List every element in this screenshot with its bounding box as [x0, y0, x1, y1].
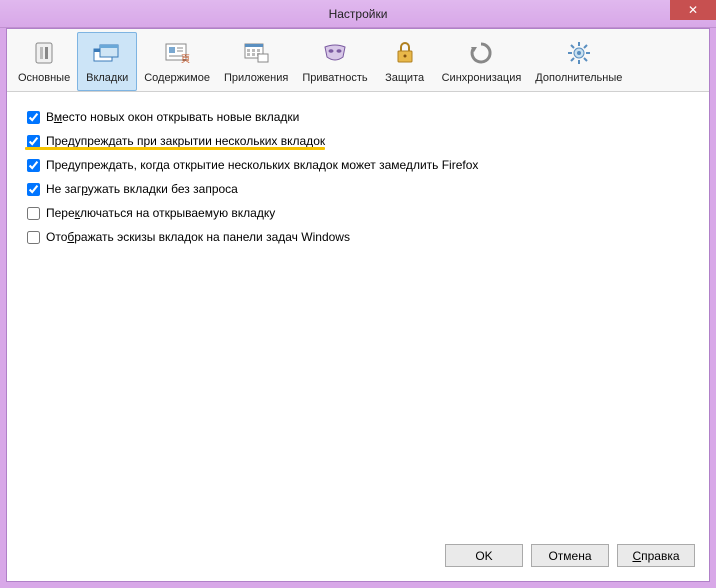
option-row-show-previews: Отображать эскизы вкладок на панели зада…: [27, 230, 689, 244]
options-panel: Вместо новых окон открывать новые вкладк…: [7, 92, 709, 534]
gear-icon: [563, 37, 595, 69]
tab-label: Основные: [18, 72, 70, 84]
cancel-button[interactable]: Отмена: [531, 544, 609, 567]
tab-security[interactable]: Защита: [375, 32, 435, 91]
tab-applications[interactable]: Приложения: [217, 32, 295, 91]
titlebar: Настройки ✕: [0, 0, 716, 28]
option-label[interactable]: Отображать эскизы вкладок на панели зада…: [46, 230, 350, 244]
checkbox-open-new-tabs[interactable]: [27, 111, 40, 124]
tab-privacy[interactable]: Приватность: [295, 32, 374, 91]
switch-icon: [28, 37, 60, 69]
tab-label: Приватность: [302, 72, 367, 84]
tab-label: Приложения: [224, 72, 288, 84]
checkbox-warn-open-many[interactable]: [27, 159, 40, 172]
tab-label: Вкладки: [86, 72, 128, 84]
mask-icon: [319, 37, 351, 69]
tab-tabs[interactable]: Вкладки: [77, 32, 137, 91]
svg-text:頁: 頁: [181, 54, 190, 64]
ok-button[interactable]: OK: [445, 544, 523, 567]
tab-label: Дополнительные: [535, 72, 622, 84]
option-label[interactable]: Предупреждать, когда открытие нескольких…: [46, 158, 478, 172]
checkbox-warn-close-multiple[interactable]: [27, 135, 40, 148]
tab-sync[interactable]: Синхронизация: [435, 32, 529, 91]
tab-label: Защита: [385, 72, 424, 84]
window-title: Настройки: [329, 7, 388, 21]
option-label[interactable]: Вместо новых окон открывать новые вкладк…: [46, 110, 299, 124]
help-button[interactable]: Справка: [617, 544, 695, 567]
close-button[interactable]: ✕: [670, 0, 716, 20]
grid-icon: [240, 37, 272, 69]
lock-icon: [389, 37, 421, 69]
tab-content[interactable]: 頁 Содержимое: [137, 32, 217, 91]
tab-label: Содержимое: [144, 72, 210, 84]
checkbox-dont-load[interactable]: [27, 183, 40, 196]
tabs-icon: [91, 37, 123, 69]
close-icon: ✕: [688, 3, 698, 17]
content: Основные Вкладки: [6, 28, 710, 582]
option-row-warn-open-many: Предупреждать, когда открытие нескольких…: [27, 158, 689, 172]
tab-general[interactable]: Основные: [11, 32, 77, 91]
tab-advanced[interactable]: Дополнительные: [528, 32, 629, 91]
checkbox-switch-to-new[interactable]: [27, 207, 40, 220]
button-bar: OK Отмена Справка: [7, 534, 709, 581]
option-label[interactable]: Не загружать вкладки без запроса: [46, 182, 238, 196]
option-row-switch-to-new: Переключаться на открываемую вкладку: [27, 206, 689, 220]
option-row-dont-load: Не загружать вкладки без запроса: [27, 182, 689, 196]
toolbar: Основные Вкладки: [7, 29, 709, 92]
tab-label: Синхронизация: [442, 72, 522, 84]
option-row-open-new-tabs: Вместо новых окон открывать новые вкладк…: [27, 110, 689, 124]
sync-icon: [465, 37, 497, 69]
option-row-warn-close-multiple: Предупреждать при закрытии нескольких вк…: [27, 134, 689, 148]
option-label[interactable]: Предупреждать при закрытии нескольких вк…: [46, 134, 325, 148]
document-icon: 頁: [161, 37, 193, 69]
highlight-underline: [25, 147, 325, 150]
checkbox-show-previews[interactable]: [27, 231, 40, 244]
settings-window: Настройки ✕ Основные: [0, 0, 716, 588]
option-label[interactable]: Переключаться на открываемую вкладку: [46, 206, 275, 220]
